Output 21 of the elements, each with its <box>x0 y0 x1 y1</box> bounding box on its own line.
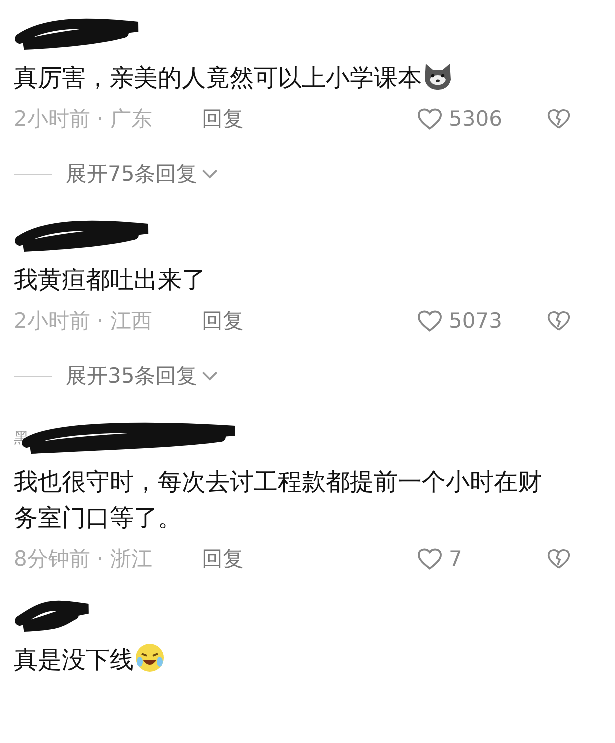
like-button[interactable]: 7 <box>417 547 547 571</box>
reply-link[interactable]: 回复 <box>202 105 244 133</box>
chevron-down-icon <box>202 168 218 180</box>
broken-heart-icon[interactable] <box>547 108 571 130</box>
time-location: 2小时前 · 江西 <box>14 308 154 335</box>
comment-text: 真厉害，亲美的人竟然可以上小学课本 <box>14 60 562 96</box>
comment-text: 我也很守时，每次去讨工程款都提前一个小时在财务室门口等了。 <box>14 467 543 534</box>
comment-text: 真是没下线 <box>14 642 562 678</box>
broken-heart-icon[interactable] <box>547 548 571 570</box>
like-button[interactable]: 5073 <box>417 309 547 333</box>
expand-replies-link[interactable]: 展开75条回复 <box>66 160 218 188</box>
chevron-down-icon <box>202 370 218 382</box>
comment-text: 我黄疸都吐出来了 <box>14 265 207 296</box>
time-location: 8分钟前 · 浙江 <box>14 546 154 573</box>
broken-heart-icon[interactable] <box>547 310 571 332</box>
reply-link[interactable]: 回复 <box>202 545 244 573</box>
expand-replies-link[interactable]: 展开35条回复 <box>66 362 218 390</box>
time-location: 2小时前 · 广东 <box>14 106 154 133</box>
reply-link[interactable]: 回复 <box>202 307 244 335</box>
like-button[interactable]: 5306 <box>417 107 547 131</box>
laughing-emoji-icon <box>134 642 166 674</box>
